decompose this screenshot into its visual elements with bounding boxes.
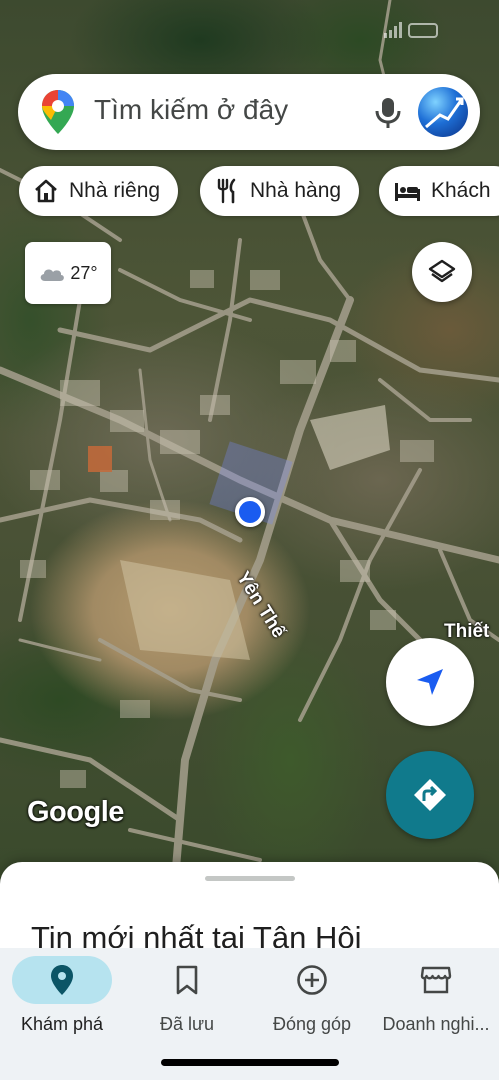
- chip-label: Khách: [431, 179, 491, 202]
- road-label-thiet: Thiết: [444, 621, 490, 642]
- status-bar-icons: [384, 22, 438, 38]
- weather-badge[interactable]: 27°: [25, 242, 111, 304]
- nav-tab-explore[interactable]: Khám phá: [12, 948, 112, 1048]
- bookmark-icon: [176, 965, 198, 995]
- navigation-arrow-icon: [417, 669, 443, 695]
- nav-tab-contribute[interactable]: Đóng góp: [262, 948, 362, 1048]
- home-icon: [35, 179, 57, 203]
- search-input[interactable]: Tìm kiếm ở đây: [94, 94, 288, 126]
- my-location-dot: [235, 497, 265, 527]
- nav-label: Đóng góp: [272, 1014, 352, 1034]
- add-circle-icon: [297, 965, 327, 995]
- my-location-button[interactable]: [386, 638, 474, 726]
- search-bar[interactable]: Tìm kiếm ở đây: [18, 74, 480, 150]
- nav-label: Doanh nghi...: [382, 1014, 490, 1034]
- microphone-icon[interactable]: [368, 92, 408, 132]
- nav-label: Đã lưu: [159, 1014, 215, 1034]
- home-indicator[interactable]: [161, 1059, 339, 1066]
- chip-home[interactable]: Nhà riêng: [19, 166, 179, 216]
- google-maps-logo-icon: [42, 90, 74, 134]
- directions-icon: [414, 779, 446, 811]
- cloud-icon: [41, 269, 65, 281]
- directions-button[interactable]: [386, 751, 474, 839]
- account-avatar[interactable]: [418, 87, 468, 137]
- google-attribution: Google: [27, 796, 124, 828]
- chip-label: Nhà hàng: [250, 179, 342, 202]
- nav-tab-saved[interactable]: Đã lưu: [137, 948, 237, 1048]
- location-pin-icon: [51, 965, 73, 995]
- storefront-icon: [420, 966, 452, 994]
- nav-label: Khám phá: [20, 1014, 104, 1034]
- nav-tab-business[interactable]: Doanh nghi...: [380, 948, 492, 1048]
- layers-button[interactable]: [412, 242, 472, 302]
- nav-active-indicator: [12, 956, 112, 1004]
- hotel-icon: [395, 183, 420, 201]
- chip-restaurants[interactable]: Nhà hàng: [200, 166, 360, 216]
- chip-label: Nhà riêng: [69, 179, 161, 202]
- sheet-drag-handle[interactable]: [205, 876, 295, 881]
- restaurant-icon: [217, 178, 236, 204]
- signal-icon: [384, 22, 402, 38]
- layers-icon: [428, 259, 456, 283]
- chip-hotels[interactable]: Khách: [379, 166, 499, 216]
- battery-icon: [408, 22, 438, 38]
- weather-temperature: 27°: [70, 262, 98, 283]
